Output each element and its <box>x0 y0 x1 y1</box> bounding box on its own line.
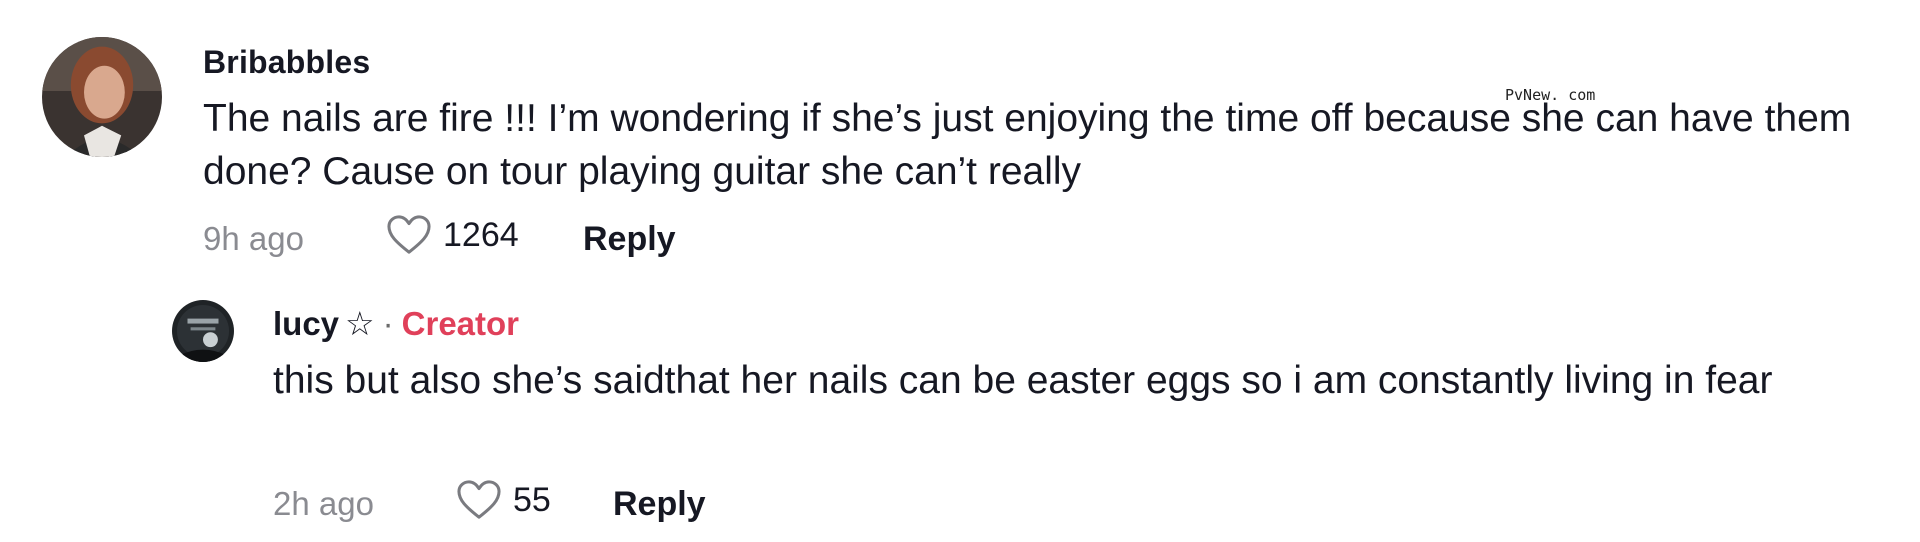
like-count: 55 <box>513 481 551 519</box>
comment-text: The nails are fire !!! I’m wondering if … <box>203 97 1852 193</box>
heart-outline-icon[interactable] <box>386 214 432 256</box>
reply-header: lucy ☆ · Creator <box>273 304 519 343</box>
reply-meta: 2h ago 55 Reply <box>273 475 1073 531</box>
like-count: 1264 <box>443 216 519 254</box>
creator-badge: Creator <box>401 305 520 342</box>
comment-item: Bribabbles The nails are fire !!! I’m wo… <box>0 0 1920 270</box>
reply-button[interactable]: Reply <box>583 220 676 259</box>
heart-outline-icon[interactable] <box>456 479 502 521</box>
reply-text: this but also she’s saidthat her nails c… <box>273 359 1773 402</box>
reply-item: lucy ☆ · Creator this but also she’s saidth… <box>0 280 1920 542</box>
separator-dot: · <box>382 305 394 342</box>
comment-time: 9h ago <box>203 220 304 257</box>
comment-username[interactable]: Bribabbles <box>203 44 370 81</box>
star-icon: ☆ <box>345 305 375 342</box>
reply-username[interactable]: lucy <box>273 305 339 342</box>
avatar[interactable] <box>172 300 234 362</box>
user-avatar-photo <box>172 300 234 362</box>
comment-meta: 9h ago 1264 Reply <box>203 210 1003 266</box>
reply-time: 2h ago <box>273 485 374 522</box>
reply-button[interactable]: Reply <box>613 485 706 524</box>
watermark-text: PvNew. com <box>1505 86 1596 104</box>
avatar[interactable] <box>42 37 162 157</box>
user-avatar-photo <box>42 37 162 157</box>
